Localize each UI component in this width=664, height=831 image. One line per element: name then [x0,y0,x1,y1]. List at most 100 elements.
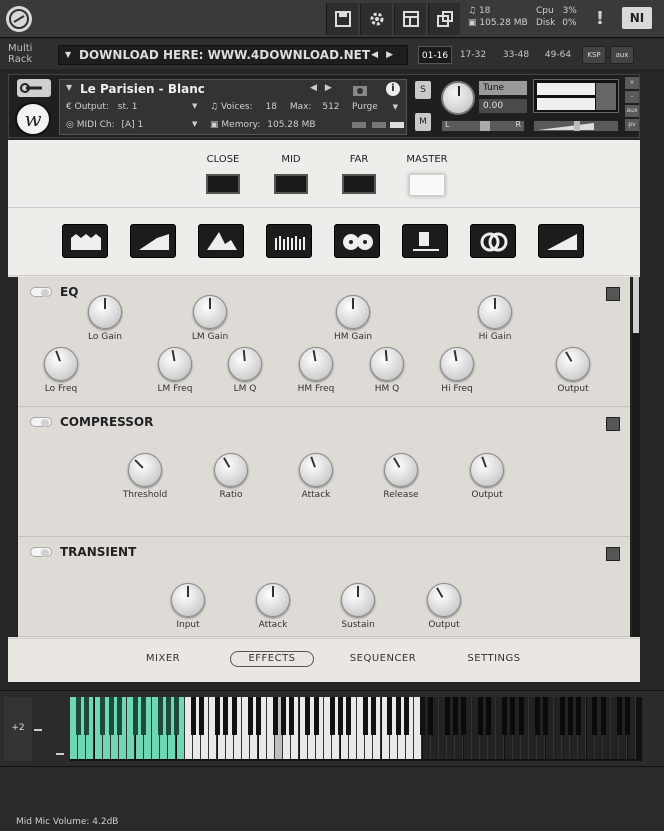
black-key[interactable] [338,697,344,735]
amp-icon[interactable] [402,224,448,258]
warning-icon[interactable]: ! [588,3,612,35]
volume-icon[interactable] [538,224,584,258]
black-key[interactable] [280,697,286,735]
reverb-icon[interactable] [62,224,108,258]
knob-hm-q[interactable] [370,347,404,381]
black-key[interactable] [157,697,163,735]
black-key[interactable] [370,697,376,735]
rack-tab-2[interactable]: 17-32 [456,46,490,64]
black-key[interactable] [83,697,89,735]
midi-row[interactable]: ◎ MIDI Ch: [A] 1 ▼ [66,120,197,130]
black-key[interactable] [133,697,139,735]
aux-toggle-button[interactable]: aux [625,105,639,117]
black-key[interactable] [461,697,467,735]
resize-icon[interactable] [428,3,460,35]
black-key[interactable] [510,697,516,735]
knob-dial[interactable] [44,347,78,381]
black-key[interactable] [403,697,409,735]
eq-bypass-button[interactable] [606,287,620,301]
info-icon[interactable]: i [386,82,400,96]
black-key[interactable] [247,697,253,735]
black-key[interactable] [305,697,311,735]
knob-lm-q[interactable] [228,347,262,381]
black-key[interactable] [452,697,458,735]
black-key[interactable] [592,697,598,735]
black-key[interactable] [420,697,426,735]
instrument-name[interactable]: Le Parisien - Blanc [80,82,205,96]
output-row[interactable]: € Output: st. 1 ▼ [66,102,197,112]
purge-row[interactable]: Purge ▼ [352,102,398,112]
knob-dial[interactable] [440,347,474,381]
knob-dial[interactable] [128,453,162,487]
multi-preset-field[interactable]: ▼ DOWNLOAD HERE: WWW.4DOWNLOAD.NET ◀▶ [58,45,408,65]
octave-shift[interactable]: +2 [4,697,42,761]
black-key[interactable] [116,697,122,735]
pv-toggle-button[interactable]: pv [625,119,639,131]
black-key[interactable] [346,697,352,735]
black-key[interactable] [428,697,434,735]
knob-attack[interactable] [299,453,333,487]
black-key[interactable] [477,697,483,735]
black-key[interactable] [223,697,229,735]
preset-nav-arrows-icon[interactable]: ◀▶ [371,46,401,64]
mic-button-close[interactable] [206,174,240,194]
knob-input[interactable] [171,583,205,617]
black-key[interactable] [313,697,319,735]
knob-dial[interactable] [299,347,333,381]
black-key[interactable] [231,697,237,735]
black-key[interactable] [534,697,540,735]
volume-slider[interactable] [533,120,619,132]
black-key[interactable] [174,697,180,735]
black-key[interactable] [198,697,204,735]
tune-value[interactable]: 0.00 [479,99,527,113]
mute-button[interactable]: M [415,113,431,131]
knob-hm-gain[interactable] [336,295,370,329]
black-key[interactable] [362,697,368,735]
knob-threshold[interactable] [128,453,162,487]
mic-button-mid[interactable] [274,174,308,194]
nav-sequencer[interactable]: SEQUENCER [338,653,428,664]
knob-sustain[interactable] [341,583,375,617]
rings-icon[interactable] [470,224,516,258]
black-key[interactable] [75,697,81,735]
effects-scroll-area[interactable]: EQ Lo Gain LM Gain HM Gain Hi Gain Lo Freq L… [8,277,640,637]
rack-tab-1[interactable]: 01-16 [418,46,452,64]
knob-dial[interactable] [158,347,192,381]
knob-dial[interactable] [556,347,590,381]
black-key[interactable] [559,697,565,735]
black-key[interactable] [543,697,549,735]
rack-tab-3[interactable]: 33-48 [496,46,536,64]
knob-ratio[interactable] [214,453,248,487]
mic-button-master[interactable] [409,174,445,196]
equalizer-icon[interactable] [266,224,312,258]
nav-effects[interactable]: EFFECTS [230,651,314,667]
black-key[interactable] [502,697,508,735]
gear-icon[interactable] [360,3,392,35]
black-key[interactable] [567,697,573,735]
black-key[interactable] [100,697,106,735]
rack-tab-4[interactable]: 49-64 [538,46,578,64]
minimize-instrument-icon[interactable]: – [625,91,639,103]
knob-hm-freq[interactable] [299,347,333,381]
nav-settings[interactable]: SETTINGS [449,653,539,664]
purge-label[interactable]: Purge [352,102,378,112]
tape-icon[interactable] [334,224,380,258]
black-key[interactable] [108,697,114,735]
black-key[interactable] [600,697,606,735]
output-dropdown-icon[interactable]: ▼ [192,102,197,110]
knob-lm-gain[interactable] [193,295,227,329]
knob-dial[interactable] [384,453,418,487]
pan-handle[interactable] [480,121,490,131]
nav-mixer[interactable]: MIXER [118,653,208,664]
black-key[interactable] [141,697,147,735]
tune-knob[interactable] [441,81,475,115]
knob-output[interactable] [470,453,504,487]
knob-lm-freq[interactable] [158,347,192,381]
black-key[interactable] [387,697,393,735]
layout-icon[interactable] [394,3,426,35]
pan-slider[interactable]: L R [441,120,525,132]
close-instrument-icon[interactable]: × [625,77,639,89]
max-value[interactable]: 512 [314,102,339,112]
knob-dial[interactable] [214,453,248,487]
transient-power-toggle[interactable] [30,547,52,557]
